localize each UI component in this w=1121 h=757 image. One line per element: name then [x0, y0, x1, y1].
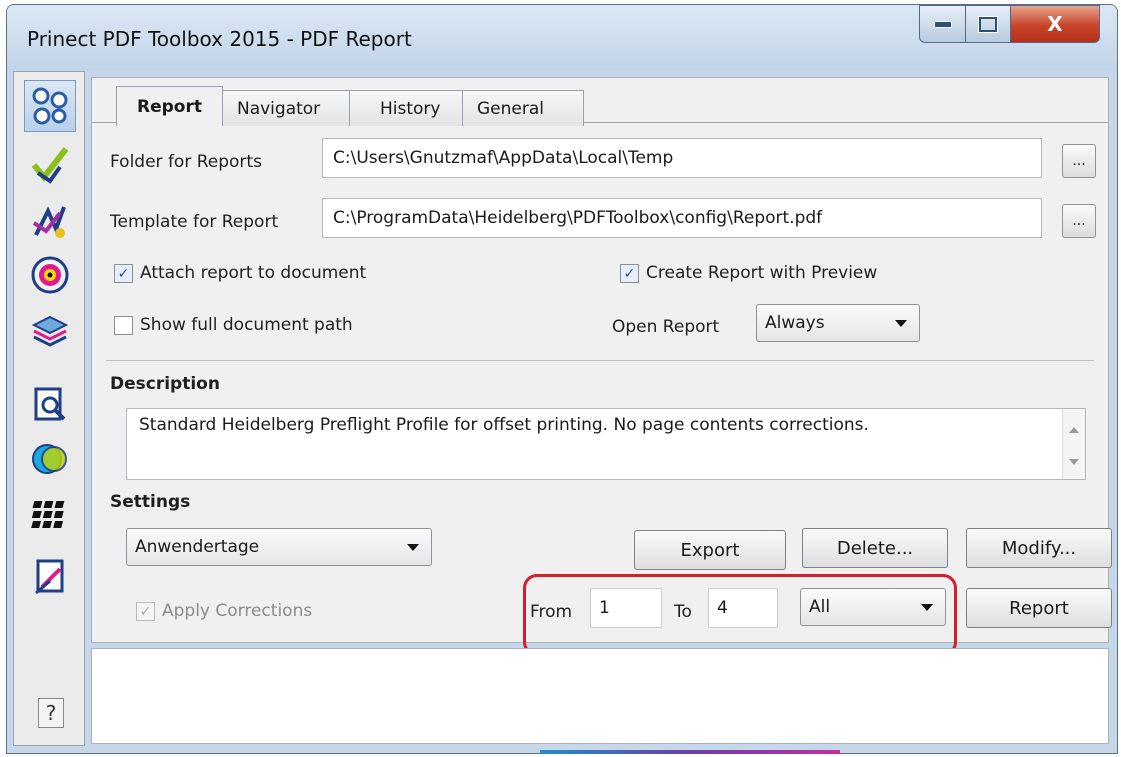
check-icon: ✓	[139, 603, 152, 620]
report-panel: Report Navigator History General Folder …	[91, 77, 1112, 656]
folder-label: Folder for Reports	[110, 152, 262, 172]
settings-heading: Settings	[110, 492, 191, 512]
log-output-area[interactable]	[91, 648, 1109, 744]
description-box[interactable]: Standard Heidelberg Preflight Profile fo…	[126, 408, 1086, 480]
template-field[interactable]: C:\ProgramData\Heidelberg\PDFToolbox\con…	[322, 198, 1042, 238]
close-button[interactable]: X	[1010, 5, 1100, 43]
title-bar[interactable]: Prinect PDF Toolbox 2015 - PDF Report X	[7, 5, 1117, 71]
full-path-checkbox[interactable]	[114, 316, 133, 335]
tab-bar: Report Navigator History General	[116, 86, 584, 126]
template-browse-button[interactable]: ...	[1062, 204, 1096, 238]
preflight-check-icon[interactable]	[29, 144, 71, 186]
open-report-select[interactable]: Always	[756, 304, 920, 342]
tool-sidebar: ?	[13, 71, 85, 746]
tab-general[interactable]: General	[461, 90, 584, 126]
grid-icon[interactable]	[29, 494, 71, 536]
close-icon: X	[1047, 12, 1063, 36]
color-disc-icon[interactable]	[29, 254, 71, 296]
minimize-button[interactable]	[919, 5, 966, 43]
help-button[interactable]: ?	[38, 698, 64, 728]
scroll-down-icon[interactable]	[1069, 459, 1079, 465]
chevron-down-icon	[895, 320, 907, 327]
description-scrollbar[interactable]	[1062, 409, 1085, 479]
description-heading: Description	[110, 374, 220, 394]
settings-profile-select[interactable]: Anwendertage	[126, 528, 432, 566]
maximize-button[interactable]	[965, 5, 1011, 43]
modify-button[interactable]: Modify...	[966, 528, 1112, 568]
tab-report[interactable]: Report	[116, 86, 223, 126]
scroll-up-icon[interactable]	[1069, 427, 1079, 433]
minimize-icon	[933, 20, 952, 28]
highlight-annotation	[523, 574, 957, 656]
open-report-value: Always	[765, 313, 825, 333]
create-preview-label: Create Report with Preview	[646, 263, 878, 283]
color-circles-icon[interactable]	[29, 438, 71, 480]
tab-navigator[interactable]: Navigator	[221, 90, 350, 126]
fixups-icon[interactable]	[29, 200, 71, 242]
attach-report-checkbox[interactable]: ✓	[114, 264, 133, 283]
delete-button[interactable]: Delete...	[802, 528, 948, 568]
apply-corrections-label: Apply Corrections	[162, 601, 313, 621]
full-path-label: Show full document path	[140, 315, 353, 335]
tab-history[interactable]: History	[348, 90, 463, 126]
create-preview-checkbox[interactable]: ✓	[620, 264, 639, 283]
attach-report-label: Attach report to document	[140, 263, 367, 283]
template-label: Template for Report	[110, 212, 279, 232]
inspect-magnifier-icon[interactable]	[29, 384, 71, 426]
folder-browse-button[interactable]: ...	[1062, 144, 1096, 178]
check-icon: ✓	[117, 265, 130, 282]
folder-field[interactable]: C:\Users\Gnutzmaf\AppData\Local\Temp	[322, 138, 1042, 178]
chevron-down-icon	[407, 544, 419, 551]
edit-document-icon[interactable]	[29, 556, 71, 598]
maximize-icon	[979, 16, 997, 32]
app-window: Prinect PDF Toolbox 2015 - PDF Report X	[6, 4, 1118, 754]
layers-icon[interactable]	[29, 310, 71, 352]
open-report-label: Open Report	[612, 317, 720, 337]
window-title: Prinect PDF Toolbox 2015 - PDF Report	[27, 27, 412, 51]
export-button[interactable]: Export	[634, 530, 786, 570]
divider	[106, 360, 1094, 361]
settings-profile-value: Anwendertage	[135, 537, 260, 557]
description-text: Standard Heidelberg Preflight Profile fo…	[139, 415, 869, 435]
report-button[interactable]: Report	[966, 588, 1112, 628]
taskbar-accent	[540, 750, 840, 754]
check-icon: ✓	[623, 265, 636, 282]
apply-corrections-checkbox[interactable]: ✓	[136, 602, 155, 621]
report-icon[interactable]	[24, 80, 76, 132]
